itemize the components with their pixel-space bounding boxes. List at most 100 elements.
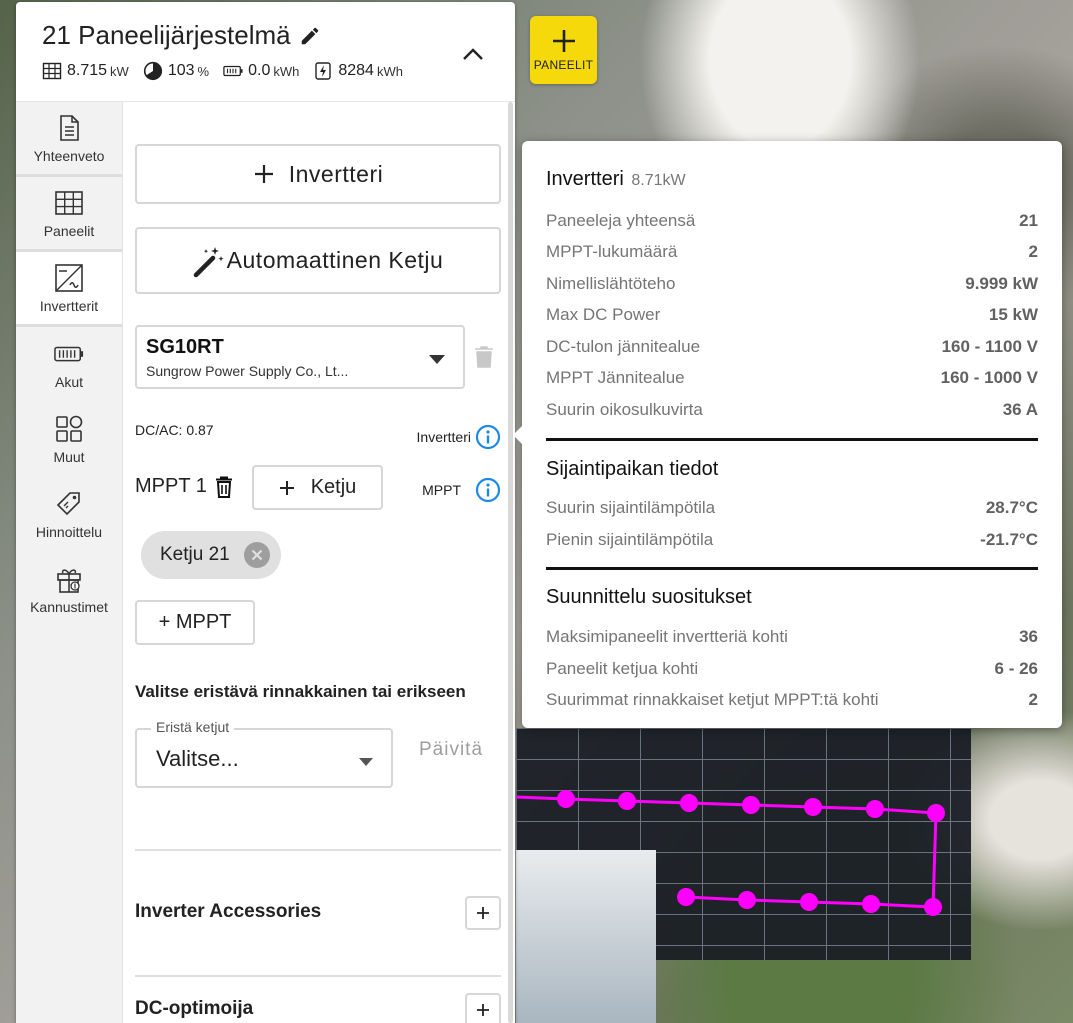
- nav-item-pricing[interactable]: Hinnoittelu: [16, 477, 122, 552]
- spec-row: MPPT-lukumäärä 2: [546, 237, 1038, 269]
- add-accessory-button[interactable]: [465, 896, 501, 930]
- nav-item-inverters[interactable]: Invertterit: [16, 252, 122, 327]
- info-icon: [475, 477, 501, 503]
- scrollbar[interactable]: [508, 102, 513, 1023]
- delete-inverter-icon[interactable]: [473, 345, 495, 369]
- stat-offset: 103%: [143, 61, 209, 81]
- string-node: [677, 888, 695, 906]
- inverter-content: Invertteri Automaattinen Ketju SG10RT Su…: [135, 102, 501, 1023]
- inverter-icon: [55, 263, 83, 292]
- spec-label: Max DC Power: [546, 305, 661, 325]
- design-recommendations: Maksimipaneelit invertteriä kohti 36 Panee…: [546, 622, 1038, 717]
- isolate-chains-select[interactable]: Eristä ketjut Valitse...: [135, 719, 393, 788]
- spec-row: Suurin oikosulkuvirta 36 A: [546, 394, 1038, 426]
- caret-down-icon: [429, 355, 445, 364]
- spec-label: Paneeleja yhteensä: [546, 210, 696, 230]
- spec-value: 36 A: [1002, 399, 1038, 419]
- dc-ac-ratio: DC/AC: 0.87: [135, 422, 214, 438]
- pencil-icon[interactable]: [299, 25, 321, 47]
- magic-wand-icon: [193, 246, 224, 277]
- site-data: Suurin sijaintilämpötila 28.7°C Pienin sij…: [546, 493, 1038, 556]
- string-node: [927, 804, 945, 822]
- string-node: [680, 794, 698, 812]
- isolate-legend: Eristä ketjut: [151, 719, 235, 735]
- add-panels-label: PANEELIT: [533, 58, 594, 72]
- nav-item-panels[interactable]: Paneelit: [16, 177, 122, 252]
- auto-chain-button[interactable]: Automaattinen Ketju: [135, 227, 501, 294]
- info-icon: [475, 424, 501, 450]
- spec-label: Paneelit ketjua kohti: [546, 658, 699, 678]
- inverter-specs: Paneeleja yhteensä 21 MPPT-lukumäärä 2 Nimel…: [546, 205, 1038, 426]
- inverter-info-toggle[interactable]: Invertteri: [417, 424, 501, 450]
- system-title: 21 Paneelijärjestelmä: [42, 20, 291, 50]
- spec-value: 2: [1028, 690, 1038, 710]
- update-button[interactable]: Päivitä: [419, 739, 483, 761]
- divider: [135, 849, 501, 851]
- collapse-button[interactable]: [459, 40, 487, 68]
- nav-item-other[interactable]: Muut: [16, 402, 122, 477]
- inverter-model: SG10RT: [146, 336, 224, 358]
- close-icon: [251, 549, 263, 561]
- divider: [135, 975, 501, 977]
- nav-item-incentives[interactable]: Kannustimet: [16, 552, 122, 627]
- nav-item-batteries[interactable]: Akut: [16, 327, 122, 402]
- chevron-up-icon: [463, 48, 483, 60]
- chain-chip[interactable]: Ketju 21: [141, 531, 281, 579]
- string-node: [557, 790, 575, 808]
- add-optimizer-button[interactable]: [465, 993, 501, 1023]
- panel-grid-icon: [42, 62, 62, 80]
- panel-header: 21 Paneelijärjestelmä 8.715 kW 103% 0.0 …: [16, 2, 515, 102]
- spec-label: MPPT-lukumäärä: [546, 242, 678, 262]
- spec-row: Paneelit ketjua kohti 6 - 26: [546, 653, 1038, 685]
- spec-label: Pienin sijaintilämpötila: [546, 529, 714, 549]
- system-panel: 21 Paneelijärjestelmä 8.715 kW 103% 0.0 …: [16, 2, 515, 1023]
- spec-row: Suurin sijaintilämpötila 28.7°C: [546, 493, 1038, 525]
- isolate-section-title: Valitse eristävä rinnakkainen tai erikse…: [135, 682, 466, 701]
- spec-label: Suurin oikosulkuvirta: [546, 399, 703, 419]
- plus-icon: [477, 1004, 489, 1016]
- add-panels-button[interactable]: PANEELIT: [530, 16, 597, 84]
- spec-value: 160 - 1000 V: [940, 368, 1038, 388]
- caret-down-icon: [359, 758, 373, 766]
- gift-icon: [57, 569, 81, 593]
- battery-icon: [54, 346, 84, 362]
- spec-value: 160 - 1100 V: [941, 336, 1038, 356]
- spec-row: Max DC Power 15 kW: [546, 300, 1038, 332]
- nav-item-summary[interactable]: Yhteenveto: [16, 102, 122, 177]
- stat-battery: 0.0 kWh: [223, 61, 299, 81]
- plus-icon: [279, 480, 294, 495]
- spec-value: 6 - 26: [994, 658, 1038, 678]
- remove-chain-button[interactable]: [244, 542, 270, 568]
- spec-label: Nimellislähtöteho: [546, 273, 676, 293]
- document-icon: [60, 114, 79, 141]
- side-nav: Yhteenveto Paneelit Invertterit Akut Muu…: [16, 102, 123, 1023]
- inverter-info-popover: Invertteri 8.71kW Paneeleja yhteensä 21 MP…: [513, 141, 1062, 728]
- add-chain-button[interactable]: Ketju: [252, 465, 383, 510]
- stat-energy: 8284 kWh: [313, 61, 403, 81]
- spec-value: 2: [1028, 242, 1038, 262]
- spec-label: Suurin sijaintilämpötila: [546, 498, 716, 518]
- spec-value: 9.999 kW: [965, 273, 1038, 293]
- popover-title: Invertteri 8.71kW: [546, 168, 686, 190]
- delete-mppt-icon[interactable]: [215, 476, 233, 498]
- mppt-info-toggle[interactable]: MPPT: [422, 477, 501, 503]
- spec-row: Paneeleja yhteensä 21: [546, 205, 1038, 237]
- pie-progress-icon: [143, 61, 162, 81]
- spec-value: -21.7°C: [980, 529, 1038, 549]
- spec-row: MPPT Jännitealue 160 - 1000 V: [546, 363, 1038, 395]
- spec-row: Pienin sijaintilämpötila -21.7°C: [546, 524, 1038, 556]
- energy-bolt-icon: [315, 62, 332, 80]
- add-inverter-button[interactable]: Invertteri: [135, 144, 501, 204]
- inverter-model-select[interactable]: SG10RT Sungrow Power Supply Co., Lt...: [135, 325, 465, 389]
- string-node: [742, 796, 760, 814]
- system-stats: 8.715 kW 103% 0.0 kWh 8284 kWh: [42, 61, 489, 81]
- battery-icon: [223, 65, 243, 77]
- spec-label: Suurimmat rinnakkaiset ketjut MPPT:tä ko…: [546, 690, 879, 710]
- add-mppt-button[interactable]: + MPPT: [135, 600, 255, 645]
- price-tag-icon: [56, 492, 80, 516]
- isolate-value: Valitse...: [156, 746, 239, 771]
- spec-value: 28.7°C: [985, 498, 1038, 518]
- spec-row: Nimellislähtöteho 9.999 kW: [546, 268, 1038, 300]
- plus-icon: [552, 30, 575, 52]
- spec-label: MPPT Jännitealue: [546, 368, 685, 388]
